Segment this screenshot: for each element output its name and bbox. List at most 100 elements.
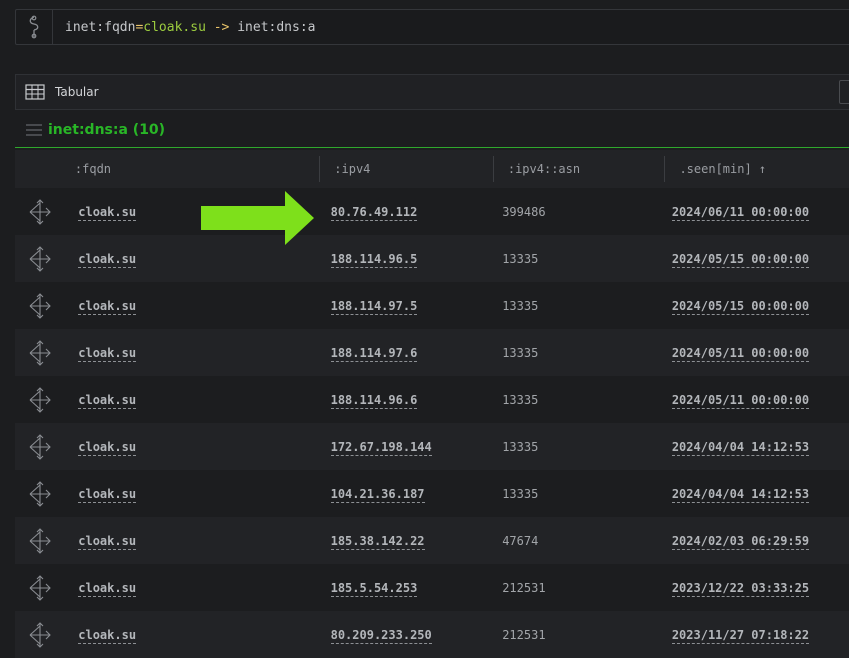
cell-asn: 47674 bbox=[502, 533, 539, 548]
seen-link[interactable]: 2024/05/11 00:00:00 bbox=[671, 392, 810, 409]
hamburger-menu-icon[interactable] bbox=[25, 123, 43, 137]
table-row[interactable]: cloak.su 188.114.97.6 13335 2024/05/11 00:0… bbox=[15, 329, 849, 376]
cell-seen: 2024/02/03 06:29:59 bbox=[662, 533, 849, 550]
column-header-seen[interactable]: .seen[min] ↑ bbox=[669, 156, 849, 182]
table-row[interactable]: cloak.su 104.21.36.187 13335 2024/04/04 14:… bbox=[15, 470, 849, 517]
table-row[interactable]: cloak.su 188.114.96.6 13335 2024/05/11 00:0… bbox=[15, 376, 849, 423]
cell-seen: 2024/05/15 00:00:00 bbox=[662, 298, 849, 315]
cell-seen: 2023/11/27 07:18:22 bbox=[662, 627, 849, 644]
explore-node-icon[interactable] bbox=[15, 198, 64, 226]
column-header-asn[interactable]: :ipv4::asn bbox=[498, 156, 666, 182]
cell-seen: 2024/04/04 14:12:53 bbox=[662, 439, 849, 456]
cell-ipv4: 185.38.142.22 bbox=[321, 533, 489, 550]
cell-asn: 13335 bbox=[502, 251, 539, 266]
cell-asn: 13335 bbox=[502, 486, 539, 501]
view-mode-label[interactable]: Tabular bbox=[55, 85, 99, 99]
ipv4-link[interactable]: 172.67.198.144 bbox=[330, 439, 432, 456]
explore-node-icon[interactable] bbox=[15, 480, 64, 508]
fqdn-link[interactable]: cloak.su bbox=[78, 533, 137, 550]
ipv4-link[interactable]: 188.114.96.6 bbox=[330, 392, 418, 409]
column-header-ipv4[interactable]: :ipv4 bbox=[324, 156, 494, 182]
table-row[interactable]: cloak.su 185.38.142.22 47674 2024/02/03 06:… bbox=[15, 517, 849, 564]
seen-link[interactable]: 2024/05/15 00:00:00 bbox=[671, 251, 810, 268]
ipv4-link[interactable]: 188.114.97.6 bbox=[330, 345, 418, 362]
ipv4-link[interactable]: 104.21.36.187 bbox=[330, 486, 425, 503]
seen-link[interactable]: 2023/12/22 03:33:25 bbox=[671, 580, 810, 597]
table-row[interactable]: cloak.su 80.76.49.112 399486 2024/06/11 00:… bbox=[15, 188, 849, 235]
green-arrow-icon bbox=[201, 191, 317, 249]
ipv4-link[interactable]: 188.114.97.5 bbox=[330, 298, 418, 315]
explore-node-icon[interactable] bbox=[15, 292, 64, 320]
cell-asn: 13335 bbox=[502, 298, 539, 313]
table-icon[interactable] bbox=[25, 84, 45, 100]
seen-link[interactable]: 2024/04/04 14:12:53 bbox=[671, 486, 810, 503]
cell-ipv4: 172.67.198.144 bbox=[321, 439, 489, 456]
cell-seen: 2024/05/11 00:00:00 bbox=[662, 392, 849, 409]
seen-link[interactable]: 2024/04/04 14:12:53 bbox=[671, 439, 810, 456]
cell-ipv4: 188.114.97.5 bbox=[321, 298, 489, 315]
header-icon-column bbox=[15, 156, 65, 182]
cell-ipv4: 80.76.49.112 bbox=[321, 204, 489, 221]
seen-link[interactable]: 2024/02/03 06:29:59 bbox=[671, 533, 810, 550]
fqdn-link[interactable]: cloak.su bbox=[78, 627, 137, 644]
cell-ipv4: 104.21.36.187 bbox=[321, 486, 489, 503]
cell-ipv4: 80.209.233.250 bbox=[321, 627, 489, 644]
table-row[interactable]: cloak.su 188.114.97.5 13335 2024/05/15 00:0… bbox=[15, 282, 849, 329]
table-row[interactable]: cloak.su 188.114.96.5 13335 2024/05/15 00:0… bbox=[15, 235, 849, 282]
fqdn-link[interactable]: cloak.su bbox=[78, 486, 137, 503]
table-row[interactable]: cloak.su 172.67.198.144 13335 2024/04/04 14… bbox=[15, 423, 849, 470]
explore-node-icon[interactable] bbox=[15, 621, 64, 649]
fqdn-link[interactable]: cloak.su bbox=[78, 439, 137, 456]
seen-link[interactable]: 2024/05/15 00:00:00 bbox=[671, 298, 810, 315]
cell-ipv4: 188.114.96.5 bbox=[321, 251, 489, 268]
storm-query-text[interactable]: inet:fqdn=cloak.su -> inet:dns:a bbox=[53, 20, 316, 35]
explore-node-icon[interactable] bbox=[15, 433, 64, 461]
query-pivot-arrow: -> bbox=[205, 19, 238, 35]
query-target: inet:dns:a bbox=[237, 19, 316, 35]
cell-fqdn: cloak.su bbox=[64, 533, 316, 550]
cell-seen: 2024/05/15 00:00:00 bbox=[662, 251, 849, 268]
seen-link[interactable]: 2023/11/27 07:18:22 bbox=[671, 627, 810, 644]
ipv4-link[interactable]: 80.76.49.112 bbox=[330, 204, 418, 221]
ipv4-link[interactable]: 188.114.96.5 bbox=[330, 251, 418, 268]
fqdn-link[interactable]: cloak.su bbox=[78, 251, 137, 268]
seen-link[interactable]: 2024/06/11 00:00:00 bbox=[671, 204, 810, 221]
column-header-fqdn[interactable]: :fqdn bbox=[65, 156, 321, 182]
cell-ipv4: 185.5.54.253 bbox=[321, 580, 489, 597]
fqdn-link[interactable]: cloak.su bbox=[78, 298, 137, 315]
results-table: :fqdn :ipv4 :ipv4::asn .seen[min] ↑ cloa… bbox=[15, 150, 849, 658]
cell-asn: 212531 bbox=[502, 627, 546, 642]
cell-fqdn: cloak.su bbox=[64, 580, 316, 597]
explore-node-icon[interactable] bbox=[15, 245, 64, 273]
explore-node-icon[interactable] bbox=[15, 386, 64, 414]
table-row[interactable]: cloak.su 185.5.54.253 212531 2023/12/22 03:… bbox=[15, 564, 849, 611]
fqdn-link[interactable]: cloak.su bbox=[78, 204, 137, 221]
cell-asn: 13335 bbox=[502, 392, 539, 407]
cell-fqdn: cloak.su bbox=[64, 345, 316, 362]
storm-query-bar[interactable]: inet:fqdn=cloak.su -> inet:dns:a bbox=[15, 9, 849, 45]
seen-link[interactable]: 2024/05/11 00:00:00 bbox=[671, 345, 810, 362]
ipv4-link[interactable]: 80.209.233.250 bbox=[330, 627, 432, 644]
ipv4-link[interactable]: 185.38.142.22 bbox=[330, 533, 425, 550]
cell-ipv4: 188.114.96.6 bbox=[321, 392, 489, 409]
table-body: cloak.su 80.76.49.112 399486 2024/06/11 00:… bbox=[15, 188, 849, 658]
cell-fqdn: cloak.su bbox=[64, 439, 316, 456]
storm-query-icon[interactable] bbox=[16, 10, 53, 44]
explore-node-icon[interactable] bbox=[15, 527, 64, 555]
form-section-header[interactable]: inet:dns:a (10) bbox=[15, 112, 849, 148]
fqdn-link[interactable]: cloak.su bbox=[78, 392, 137, 409]
fqdn-link[interactable]: cloak.su bbox=[78, 345, 137, 362]
cell-fqdn: cloak.su bbox=[64, 392, 316, 409]
cell-seen: 2023/12/22 03:33:25 bbox=[662, 580, 849, 597]
cell-seen: 2024/05/11 00:00:00 bbox=[662, 345, 849, 362]
toolbar-right-button[interactable]: S bbox=[839, 80, 849, 104]
cell-seen: 2024/04/04 14:12:53 bbox=[662, 486, 849, 503]
cell-asn: 13335 bbox=[502, 345, 539, 360]
ipv4-link[interactable]: 185.5.54.253 bbox=[330, 580, 418, 597]
cell-fqdn: cloak.su bbox=[64, 627, 316, 644]
cell-asn: 13335 bbox=[502, 439, 539, 454]
table-row[interactable]: cloak.su 80.209.233.250 212531 2023/11/27 0… bbox=[15, 611, 849, 658]
explore-node-icon[interactable] bbox=[15, 574, 64, 602]
fqdn-link[interactable]: cloak.su bbox=[78, 580, 137, 597]
explore-node-icon[interactable] bbox=[15, 339, 64, 367]
